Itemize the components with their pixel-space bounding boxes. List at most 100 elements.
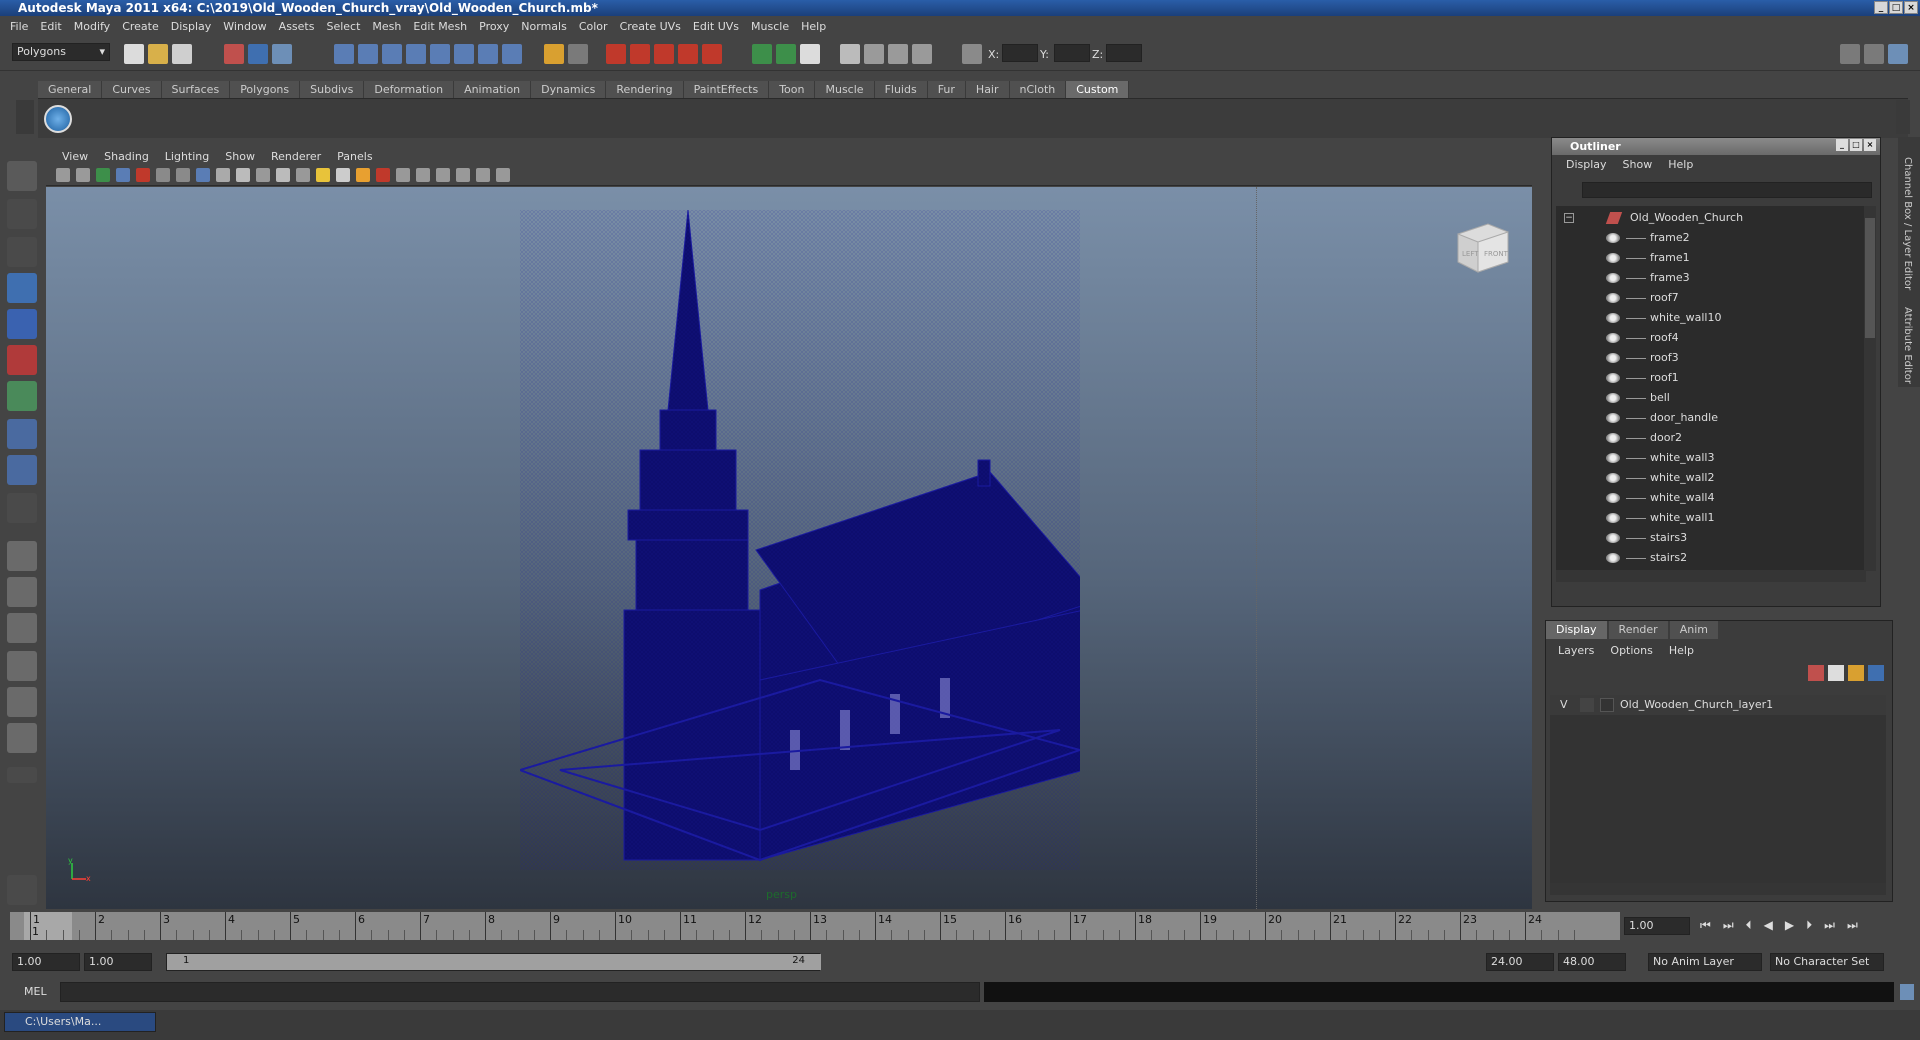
construction-icon[interactable] (478, 44, 498, 64)
outliner-item[interactable]: stairs3 (1556, 528, 1856, 548)
soft-mod-tool-icon[interactable] (7, 419, 37, 449)
playback-end-field[interactable]: 24.00 (1486, 953, 1554, 971)
outliner-menu-help[interactable]: Help (1660, 158, 1701, 171)
outliner-search-input[interactable] (1582, 182, 1872, 198)
shelf-tab-general[interactable]: General (38, 81, 103, 98)
outliner-persp-layout-icon[interactable] (7, 613, 37, 643)
outliner-list[interactable]: − Old_Wooden_Church frame2 frame1 frame3 roof… (1556, 206, 1866, 571)
texture-icon[interactable] (296, 168, 310, 182)
outliner-item[interactable]: roof4 (1556, 328, 1856, 348)
range-slider-bar[interactable]: 1 24 (166, 953, 821, 971)
shelf-scroll-icon[interactable] (1896, 100, 1910, 134)
script-editor-icon[interactable] (7, 875, 37, 905)
gate-mask-icon[interactable] (456, 168, 470, 182)
channel-box-icon[interactable] (1864, 44, 1884, 64)
batch-render-icon[interactable] (912, 44, 932, 64)
menu-edit[interactable]: Edit (34, 20, 67, 33)
viewport-menu-shading[interactable]: Shading (96, 150, 157, 163)
xray-icon[interactable] (276, 168, 290, 182)
outliner-menu-show[interactable]: Show (1615, 158, 1661, 171)
magnet-live-icon[interactable] (702, 44, 722, 64)
image-plane-icon[interactable] (116, 168, 130, 182)
checkmark-icon[interactable] (44, 105, 72, 133)
grid-toggle-icon[interactable] (136, 168, 150, 182)
menu-create-uvs[interactable]: Create UVs (614, 20, 687, 33)
minimize-button[interactable]: _ (1874, 1, 1888, 14)
attribute-editor-tab[interactable]: Attribute Editor (1902, 307, 1913, 384)
use-lights-icon[interactable] (316, 168, 330, 182)
shaded-wire-icon[interactable] (216, 168, 230, 182)
xray-joints-icon[interactable] (396, 168, 410, 182)
shelf-tab-muscle[interactable]: Muscle (815, 81, 875, 98)
shelf-tab-custom[interactable]: Custom (1066, 81, 1130, 98)
x-field[interactable] (1002, 44, 1038, 62)
select-object-icon[interactable] (248, 44, 268, 64)
z-field[interactable] (1106, 44, 1142, 62)
end-time-field[interactable]: 48.00 (1558, 953, 1626, 971)
layer-tab-render[interactable]: Render (1608, 621, 1668, 639)
outliner-item[interactable]: frame3 (1556, 268, 1856, 288)
character-set-selector[interactable]: No Character Set (1770, 953, 1884, 971)
layer-row[interactable]: V Old_Wooden_Church_layer1 (1550, 695, 1886, 715)
anim-layer-selector[interactable]: No Anim Layer (1648, 953, 1762, 971)
outliner-item[interactable]: roof3 (1556, 348, 1856, 368)
four-pane-layout-icon[interactable] (7, 577, 37, 607)
start-time-field[interactable]: 1.00 (12, 953, 80, 971)
last-tool-icon[interactable] (7, 493, 37, 523)
outliner-item[interactable]: door_handle (1556, 408, 1856, 428)
shelf-tab-subdivs[interactable]: Subdivs (300, 81, 365, 98)
shelf-tab-fur[interactable]: Fur (927, 81, 966, 98)
render-globals-icon[interactable] (888, 44, 908, 64)
view-cube[interactable]: LEFT FRONT (1448, 214, 1512, 278)
menu-proxy[interactable]: Proxy (473, 20, 515, 33)
layer-options-icon[interactable] (1828, 665, 1844, 681)
layer-menu-options[interactable]: Options (1602, 644, 1660, 657)
outliner-item[interactable]: roof1 (1556, 368, 1856, 388)
snap-view-icon[interactable] (406, 44, 426, 64)
menu-assets[interactable]: Assets (273, 20, 321, 33)
open-scene-icon[interactable] (148, 44, 168, 64)
time-slider[interactable]: 1 1 2 3 4 5 6 7 8 9 10 11 12 13 14 15 16 17 18 19 20 21 22 23 24 (10, 912, 1620, 940)
new-scene-icon[interactable] (124, 44, 144, 64)
playback-start-field[interactable]: 1.00 (84, 953, 152, 971)
camera-attributes-icon[interactable] (56, 168, 70, 182)
shelf-tab-dynamics[interactable]: Dynamics (531, 81, 607, 98)
viewport-menu-show[interactable]: Show (217, 150, 263, 163)
layout-menu-icon[interactable] (7, 767, 37, 783)
show-manipulator-icon[interactable] (7, 455, 37, 485)
outliner-item[interactable]: door2 (1556, 428, 1856, 448)
camera-select-icon[interactable] (76, 168, 90, 182)
menu-window[interactable]: Window (217, 20, 272, 33)
step-forward-key-icon[interactable]: ⏭ (1824, 918, 1835, 933)
shelf-menu-icon[interactable] (16, 100, 34, 134)
menu-create[interactable]: Create (116, 20, 165, 33)
menu-display[interactable]: Display (165, 20, 218, 33)
render-view-icon[interactable] (864, 44, 884, 64)
layer-horizontal-scrollbar[interactable] (1550, 883, 1886, 895)
shadows-icon[interactable] (336, 168, 350, 182)
layer-visibility-toggle[interactable]: V (1560, 695, 1568, 715)
magnet-point-icon[interactable] (654, 44, 674, 64)
menu-help[interactable]: Help (795, 20, 832, 33)
outliner-item[interactable]: white_wall10 (1556, 308, 1856, 328)
input-ops-icon[interactable] (568, 44, 588, 64)
menu-mesh[interactable]: Mesh (366, 20, 407, 33)
layer-type-toggle[interactable] (1580, 698, 1594, 712)
history-icon[interactable] (454, 44, 474, 64)
render-settings-icon[interactable] (800, 44, 820, 64)
help-icon[interactable] (502, 44, 522, 64)
outliner-item[interactable]: frame2 (1556, 228, 1856, 248)
select-component-icon[interactable] (272, 44, 292, 64)
xray-active-icon[interactable] (416, 168, 430, 182)
church-wireframe-model[interactable] (520, 210, 1080, 870)
mode-selector[interactable]: Polygons ▾ (12, 43, 110, 61)
scroll-thumb[interactable] (1865, 218, 1875, 338)
flat-shade-icon[interactable] (236, 168, 250, 182)
step-forward-icon[interactable]: ⏵ (1806, 918, 1812, 933)
outliner-item[interactable]: white_wall3 (1556, 448, 1856, 468)
shelf-tab-fluids[interactable]: Fluids (874, 81, 928, 98)
render-current-icon[interactable] (752, 44, 772, 64)
field-chart-icon[interactable] (476, 168, 490, 182)
magnet-curve-icon[interactable] (630, 44, 650, 64)
menu-select[interactable]: Select (320, 20, 366, 33)
